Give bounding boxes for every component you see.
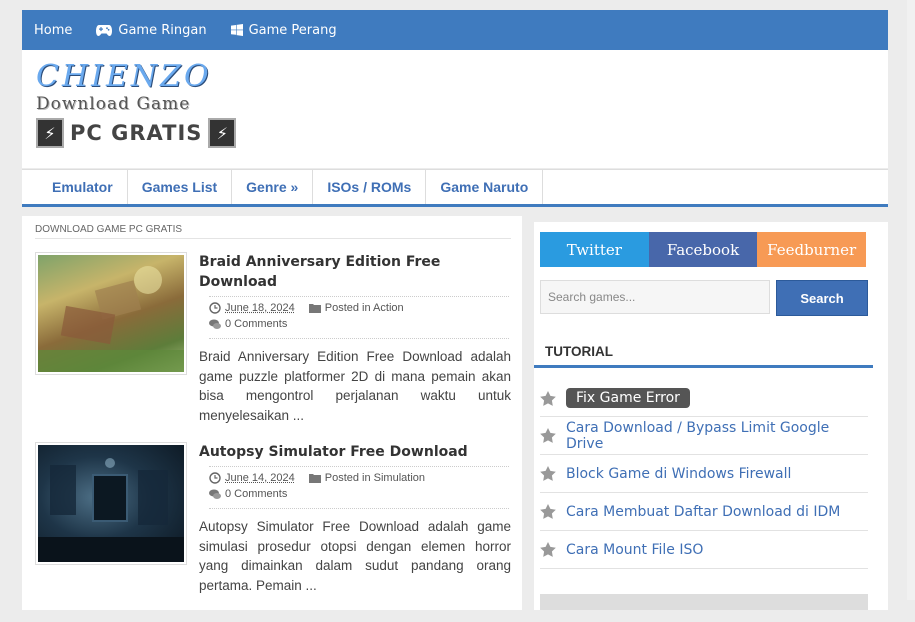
post-thumbnail[interactable] (35, 252, 187, 375)
windows-icon (230, 24, 243, 36)
logo-pc-gratis: ⚡ PC GRATIS ⚡ (36, 118, 246, 148)
nav-game-naruto[interactable]: Game Naruto (426, 170, 544, 204)
divider (209, 508, 509, 509)
nav-emulator[interactable]: Emulator (22, 170, 128, 204)
widget-title-underline (534, 365, 873, 368)
top-nav-game-ringan[interactable]: Game Ringan (84, 10, 218, 50)
sidebar: Twitter Facebook Feedburner Search games… (534, 222, 888, 610)
star-icon (540, 428, 556, 443)
top-nav-game-perang-label: Game Perang (248, 22, 337, 38)
twitter-button[interactable]: Twitter (540, 232, 649, 267)
tutorial-list: Fix Game Error Cara Download / Bypass Li… (540, 380, 868, 569)
post-item: Autopsy Simulator Free Download June 14,… (35, 442, 511, 622)
tutorial-link[interactable]: Fix Game Error (566, 388, 690, 408)
post-thumbnail-image (38, 255, 184, 372)
search-button[interactable]: Search (776, 280, 868, 316)
widget-title: TUTORIAL (545, 344, 613, 359)
list-item: Block Game di Windows Firewall (540, 455, 868, 493)
post-excerpt: Autopsy Simulator Free Download adalah g… (199, 519, 511, 593)
list-item: Fix Game Error (540, 380, 868, 417)
top-nav-game-perang[interactable]: Game Perang (219, 10, 349, 50)
tutorial-link[interactable]: Cara Download / Bypass Limit Google Driv… (566, 420, 868, 452)
logo-pc-text: PC GRATIS (70, 121, 203, 145)
star-icon (540, 390, 556, 406)
lightning-icon: ⚡ (36, 118, 64, 148)
post-meta: June 18, 2024 Posted in Action 0 Comment… (209, 300, 509, 332)
nav-games-list[interactable]: Games List (128, 170, 233, 204)
site-header: CHIENZO Download Game ⚡ PC GRATIS ⚡ (22, 50, 888, 168)
nav-genre[interactable]: Genre » (232, 170, 314, 204)
main-content: DOWNLOAD GAME PC GRATIS Braid Anniversar… (22, 216, 522, 610)
post-item: Braid Anniversary Edition Free Download … (35, 252, 511, 432)
comments-icon (209, 319, 221, 330)
top-nav-game-ringan-label: Game Ringan (118, 22, 207, 38)
clock-icon (209, 472, 221, 484)
next-widget-header (540, 594, 868, 610)
post-category[interactable]: Posted in Action (325, 302, 404, 314)
page-scrollbar[interactable] (907, 0, 915, 600)
tutorial-link[interactable]: Block Game di Windows Firewall (566, 466, 791, 482)
top-navigation: Home Game Ringan Game Perang (22, 10, 888, 50)
post-comments[interactable]: 0 Comments (225, 318, 287, 330)
logo-subtitle: Download Game (36, 94, 191, 114)
social-buttons: Twitter Facebook Feedburner (540, 232, 867, 267)
main-navigation: Emulator Games List Genre » ISOs / ROMs … (22, 169, 888, 207)
divider (35, 238, 511, 239)
divider (209, 466, 509, 467)
site-logo[interactable]: CHIENZO Download Game ⚡ PC GRATIS ⚡ (36, 62, 246, 160)
top-nav-home[interactable]: Home (22, 10, 84, 50)
page: Home Game Ringan Game Perang CHIENZO Dow… (22, 10, 888, 610)
search-form: Search games... Search (540, 280, 870, 316)
search-input[interactable]: Search games... (540, 280, 770, 314)
list-item: Cara Mount File ISO (540, 531, 868, 569)
post-thumbnail-image (38, 445, 184, 562)
tutorial-link[interactable]: Cara Membuat Daftar Download di IDM (566, 504, 840, 520)
lightning-icon: ⚡ (208, 118, 237, 148)
divider (209, 338, 509, 339)
logo-script-text: CHIENZO (36, 59, 212, 94)
post-date[interactable]: June 18, 2024 (225, 302, 295, 314)
list-item: Cara Download / Bypass Limit Google Driv… (540, 417, 868, 455)
tutorial-link[interactable]: Cara Mount File ISO (566, 542, 703, 558)
folder-icon (308, 303, 321, 313)
folder-icon (308, 473, 321, 483)
post-title[interactable]: Autopsy Simulator Free Download (199, 442, 509, 462)
post-category[interactable]: Posted in Simulation (325, 472, 425, 484)
star-icon (540, 542, 556, 557)
list-item: Cara Membuat Daftar Download di IDM (540, 493, 868, 531)
facebook-button[interactable]: Facebook (648, 232, 758, 267)
post-title[interactable]: Braid Anniversary Edition Free Download (199, 252, 509, 292)
clock-icon (209, 302, 221, 314)
post-comments[interactable]: 0 Comments (225, 488, 287, 500)
nav-isos-roms[interactable]: ISOs / ROMs (313, 170, 427, 204)
post-excerpt: Braid Anniversary Edition Free Download … (199, 349, 511, 423)
post-meta: June 14, 2024 Posted in Simulation 0 Com… (209, 470, 509, 502)
comments-icon (209, 489, 221, 500)
post-thumbnail[interactable] (35, 442, 187, 565)
breadcrumb: DOWNLOAD GAME PC GRATIS (35, 224, 183, 235)
post-date[interactable]: June 14, 2024 (225, 472, 295, 484)
star-icon (540, 504, 556, 519)
gamepad-icon (96, 24, 113, 36)
feedburner-button[interactable]: Feedburner (757, 232, 867, 267)
divider (209, 296, 509, 297)
star-icon (540, 466, 556, 481)
top-nav-home-label: Home (34, 22, 73, 38)
